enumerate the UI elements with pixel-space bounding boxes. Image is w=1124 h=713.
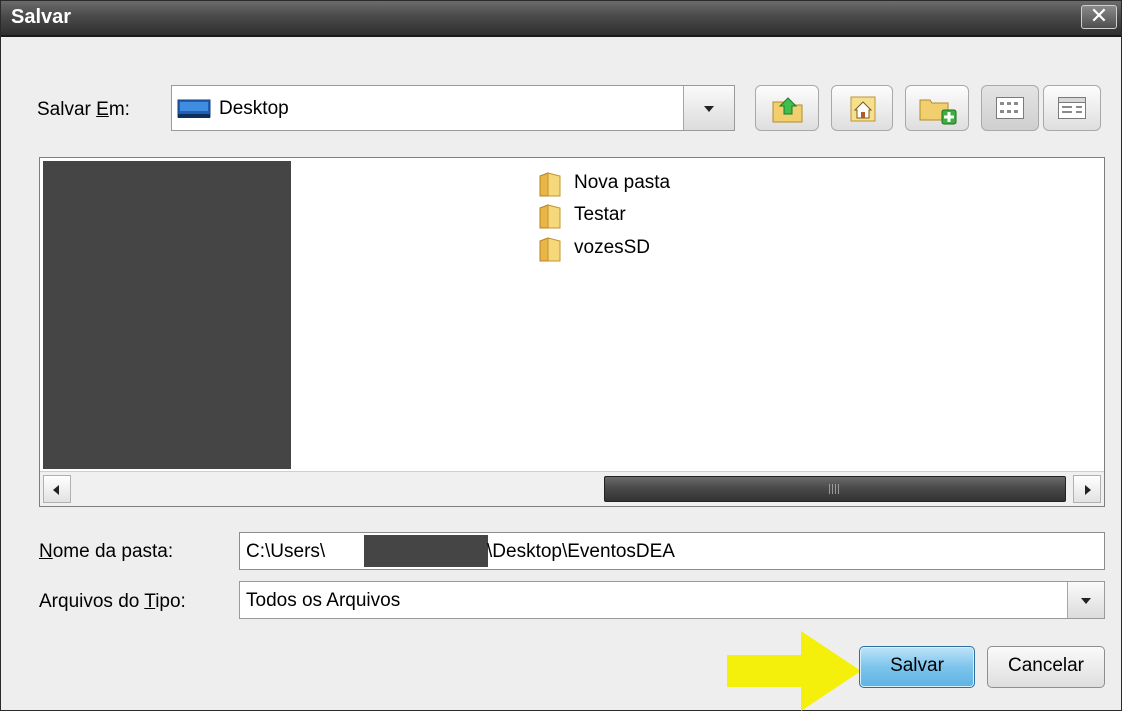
grip-icon xyxy=(829,484,841,494)
file-type-label-suffix: ipo: xyxy=(155,591,186,612)
cancel-button[interactable]: Cancelar xyxy=(987,646,1105,688)
file-list[interactable]: Nova pasta Testar vozesSD xyxy=(39,157,1105,507)
save-button[interactable]: Salvar xyxy=(859,646,975,688)
scroll-right-button[interactable] xyxy=(1073,475,1101,503)
scroll-left-button[interactable] xyxy=(43,475,71,503)
folder-icon xyxy=(538,172,562,198)
save-in-combo[interactable]: Desktop xyxy=(171,85,735,131)
home-button[interactable] xyxy=(831,85,893,131)
folder-name-label: Nome da pasta: xyxy=(39,541,173,563)
save-in-label-suffix: m: xyxy=(108,99,130,120)
scrollbar-thumb[interactable] xyxy=(604,476,1066,502)
redacted-username xyxy=(364,535,488,567)
new-folder-button[interactable] xyxy=(905,85,969,131)
folder-name-label-mnemonic: N xyxy=(39,541,53,562)
file-type-value: Todos os Arquivos xyxy=(246,590,401,611)
file-type-label: Arquivos do Tipo: xyxy=(39,591,186,613)
dialog-title: Salvar xyxy=(11,6,72,28)
folder-icon xyxy=(538,204,562,230)
close-button[interactable]: ✕ xyxy=(1081,5,1117,29)
file-type-dropdown-arrow[interactable] xyxy=(1067,582,1104,618)
home-icon xyxy=(848,94,878,130)
folder-up-icon xyxy=(771,94,805,130)
save-in-label: Salvar Em: xyxy=(37,99,130,121)
save-in-value: Desktop xyxy=(219,98,289,119)
folder-name-label-suffix: ome da pasta: xyxy=(52,541,174,562)
details-view-icon xyxy=(1058,97,1086,125)
details-view-button[interactable] xyxy=(1043,85,1101,131)
title-bar[interactable]: Salvar ✕ xyxy=(1,1,1121,37)
folder-name-field[interactable]: C:\Users\ \Desktop\EventosDEA xyxy=(239,532,1105,570)
file-label: Nova pasta xyxy=(574,172,671,193)
file-label: vozesSD xyxy=(574,237,651,258)
file-label: Testar xyxy=(574,204,626,225)
file-type-select[interactable]: Todos os Arquivos xyxy=(239,581,1105,619)
desktop-icon xyxy=(177,99,211,119)
file-type-label-mnemonic: T xyxy=(144,591,156,612)
file-type-label-prefix: Arquivos do xyxy=(39,591,145,612)
close-icon: ✕ xyxy=(1089,3,1109,28)
save-in-dropdown-arrow[interactable] xyxy=(683,86,734,130)
folder-name-value-end: \Desktop\EventosDEA xyxy=(487,541,675,562)
folder-name-value-start: C:\Users\ xyxy=(246,541,326,562)
folder-icon xyxy=(538,237,562,263)
annotation-arrow-icon xyxy=(727,631,861,711)
new-folder-icon xyxy=(918,94,958,132)
save-dialog: Salvar ✕ Salvar Em: Desktop Nova pasta T… xyxy=(0,0,1122,711)
save-in-label-mnemonic: E xyxy=(96,99,109,120)
save-in-label-prefix: Salvar xyxy=(37,99,97,120)
redacted-area xyxy=(43,161,291,469)
up-one-level-button[interactable] xyxy=(755,85,819,131)
list-view-icon xyxy=(996,97,1024,125)
list-view-button[interactable] xyxy=(981,85,1039,131)
horizontal-scrollbar[interactable] xyxy=(40,471,1104,506)
